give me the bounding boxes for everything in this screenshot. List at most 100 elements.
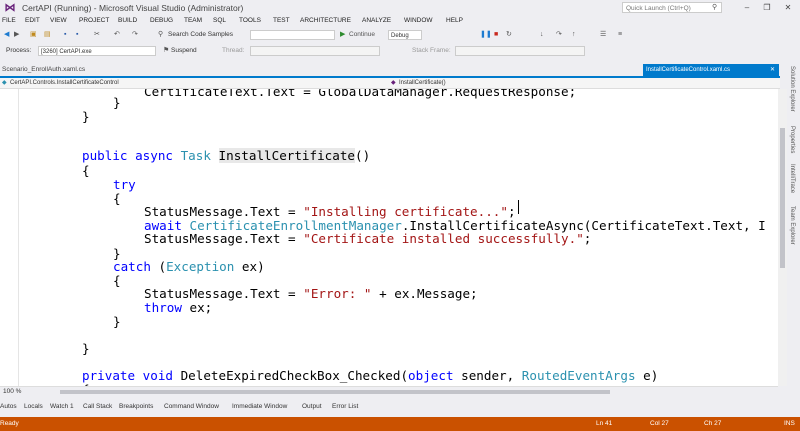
toolbar-misc-icon[interactable]: ☰ (600, 29, 606, 41)
step-into-icon[interactable]: ↓ (540, 29, 544, 41)
menu-help[interactable]: HELP (446, 17, 463, 24)
redo-icon[interactable]: ↷ (132, 29, 138, 41)
close-tab-icon[interactable]: ✕ (770, 64, 775, 76)
tab-scenario-enrollauth[interactable]: Scenario_EnrollAuth.xaml.cs (0, 64, 85, 75)
code-line: } (113, 314, 121, 329)
code-text: StatusMessage.Text = (144, 286, 304, 301)
code-editor[interactable]: CertificateText.Text = GlobalDataManager… (0, 89, 778, 386)
navigation-bar: ◆ CertAPI.Controls.InstallCertificateCon… (0, 78, 780, 89)
process-select[interactable]: [3260] CertAPI.exe (38, 46, 156, 56)
code-line: } (113, 95, 121, 110)
solution-explorer-tab[interactable]: Solution Explorer (789, 66, 795, 112)
zoom-level[interactable]: 100 % (3, 388, 21, 395)
keyword: object (408, 368, 454, 383)
menu-window[interactable]: WINDOW (404, 17, 433, 24)
undo-icon[interactable]: ↶ (114, 29, 120, 41)
maximize-button[interactable]: ❐ (758, 2, 776, 13)
menu-build[interactable]: BUILD (118, 17, 137, 24)
tab-error-list[interactable]: Error List (332, 403, 358, 410)
tab-output[interactable]: Output (302, 403, 322, 410)
configuration-select[interactable]: Debug (388, 30, 422, 40)
tab-watch-1[interactable]: Watch 1 (50, 403, 74, 410)
save-icon[interactable]: ▪ (64, 29, 66, 41)
tab-immediate-window[interactable]: Immediate Window (232, 403, 287, 410)
horizontal-scroll-thumb[interactable] (60, 390, 610, 394)
forward-icon[interactable]: ▶ (14, 29, 19, 41)
open-folder-icon[interactable]: ▤ (44, 29, 51, 41)
type-name: Exception (166, 259, 235, 274)
code-line: catch (Exception ex) (113, 259, 265, 274)
code-text: StatusMessage.Text = (144, 204, 304, 219)
team-explorer-tab[interactable]: Team Explorer (789, 206, 795, 245)
menu-file[interactable]: FILE (2, 17, 16, 24)
continue-icon[interactable]: ▶ (340, 29, 345, 41)
process-label: Process: (6, 47, 32, 54)
suspend-button[interactable]: Suspend (171, 45, 197, 57)
search-code-samples-label[interactable]: Search Code Samples (168, 29, 233, 41)
minimize-button[interactable]: – (738, 2, 756, 13)
tab-breakpoints[interactable]: Breakpoints (119, 403, 153, 410)
menu-architecture[interactable]: ARCHITECTURE (300, 17, 351, 24)
vertical-scroll-thumb[interactable] (780, 128, 785, 268)
thread-select[interactable] (250, 46, 380, 56)
menu-test[interactable]: TEST (273, 17, 290, 24)
save-all-icon[interactable]: ▪ (76, 29, 78, 41)
debug-location-toolbar: Process: [3260] CertAPI.exe ⚑ Suspend Th… (0, 45, 800, 58)
step-out-icon[interactable]: ↑ (572, 29, 576, 41)
standard-toolbar: ◀ ▶ ▣ ▤ ▪ ▪ ✂ ↶ ↷ ⚲ Search Code Samples … (0, 29, 800, 43)
tab-label: InstallCertificateControl.xaml.cs (646, 67, 731, 73)
stack-frame-select[interactable] (455, 46, 585, 56)
code-line: { (113, 191, 121, 206)
keyword: private void (82, 368, 173, 383)
menu-edit[interactable]: EDIT (25, 17, 40, 24)
status-bar: Ready Ln 41 Col 27 Ch 27 INS (0, 417, 800, 431)
keyword: throw (144, 300, 182, 315)
side-panel-strip: Solution Explorer Properties IntelliTrac… (788, 64, 800, 394)
editor-margin[interactable] (0, 89, 19, 386)
restart-icon[interactable]: ↻ (506, 29, 512, 41)
string-literal: "Installing certificate..." (303, 204, 508, 219)
window-title: CertAPI (Running) - Microsoft Visual Stu… (22, 3, 244, 13)
new-project-icon[interactable]: ▣ (30, 29, 37, 41)
close-button[interactable]: ✕ (779, 2, 797, 13)
class-navigation-select[interactable]: CertAPI.Controls.InstallCertificateContr… (10, 78, 119, 88)
tab-installcertificatecontrol[interactable]: InstallCertificateControl.xaml.cs ✕ (643, 64, 779, 76)
status-text: Ready (0, 420, 19, 427)
menu-debug[interactable]: DEBUG (150, 17, 173, 24)
code-text: ( (150, 259, 167, 274)
text-caret (518, 200, 519, 214)
search-icon: ⚲ (712, 4, 718, 11)
tab-call-stack[interactable]: Call Stack (83, 403, 112, 410)
continue-button[interactable]: Continue (349, 29, 375, 41)
intellitrace-tab[interactable]: IntelliTrace (789, 164, 795, 193)
menu-view[interactable]: VIEW (50, 17, 67, 24)
code-text: ; (583, 231, 592, 246)
visual-studio-logo-icon: ⋈ (4, 2, 16, 14)
menu-team[interactable]: TEAM (184, 17, 202, 24)
break-all-icon[interactable]: ❚❚ (480, 29, 492, 41)
status-insert-mode: INS (784, 420, 795, 427)
properties-tab[interactable]: Properties (789, 126, 795, 153)
type-name: Task (180, 148, 211, 163)
code-line: CertificateText.Text = GlobalDataManager… (144, 89, 577, 99)
method-icon: ◆ (391, 80, 396, 86)
code-line: public async Task InstallCertificate() (82, 148, 370, 163)
keyword: catch (113, 259, 151, 274)
menu-analyze[interactable]: ANALYZE (362, 17, 391, 24)
quick-launch-input[interactable]: Quick Launch (Ctrl+Q) (622, 2, 722, 13)
search-samples-input[interactable] (250, 30, 335, 40)
menu-tools[interactable]: TOOLS (239, 17, 261, 24)
comment-icon[interactable]: ≡ (618, 29, 622, 41)
code-line: { (113, 273, 121, 288)
menu-project[interactable]: PROJECT (79, 17, 109, 24)
member-navigation-select[interactable]: InstallCertificate() (399, 78, 446, 88)
tab-locals[interactable]: Locals (24, 403, 43, 410)
keyword: try (113, 177, 136, 192)
tab-command-window[interactable]: Command Window (164, 403, 219, 410)
menu-sql[interactable]: SQL (213, 17, 226, 24)
stop-debugging-icon[interactable]: ■ (494, 29, 498, 41)
cut-icon[interactable]: ✂ (94, 29, 100, 41)
step-over-icon[interactable]: ↷ (556, 29, 562, 41)
back-icon[interactable]: ◀ (4, 29, 9, 41)
tab-autos[interactable]: Autos (0, 403, 17, 410)
